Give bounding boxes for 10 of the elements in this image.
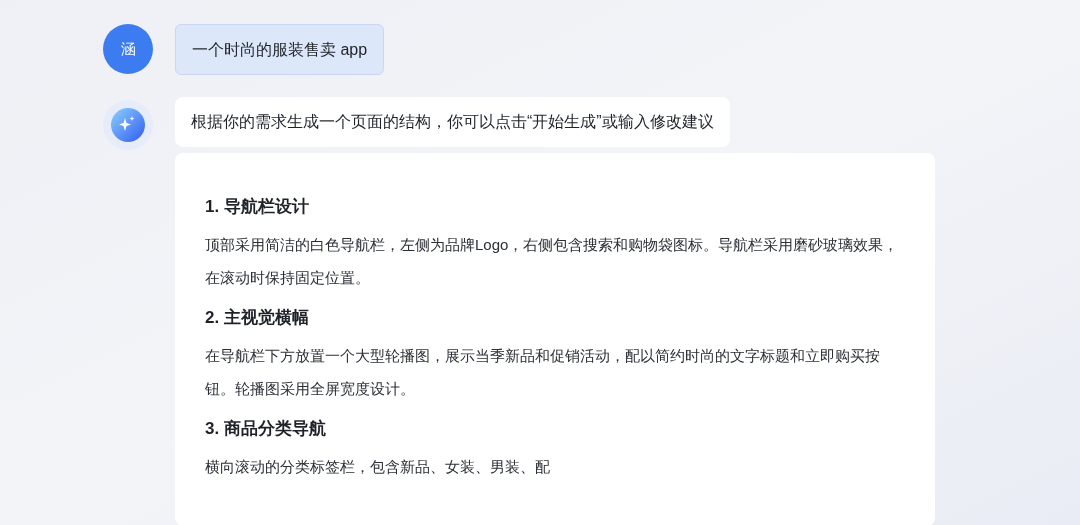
- section-heading: 2. 主视觉横幅: [205, 307, 310, 329]
- assistant-message: 根据你的需求生成一个页面的结构，你可以点击“开始生成”或输入修改建议: [175, 97, 730, 147]
- user-message: 一个时尚的服装售卖 app: [175, 24, 385, 75]
- section-text: 横向滚动的分类标签栏，包含新品、女装、男装、配: [205, 457, 551, 477]
- section-text: 顶部采用简洁的白色导航栏，左侧为品牌Logo，右侧包含搜索和购物袋图标。导航栏采用磨砂玻璃效果，在滚动时保持固定位置。: [205, 235, 900, 288]
- sparkle-icon: [110, 107, 146, 143]
- user-avatar: 涵: [103, 24, 153, 74]
- section-heading: 3. 商品分类导航: [205, 418, 327, 440]
- section-heading: 1. 导航栏设计: [205, 196, 310, 218]
- section-text: 在导航栏下方放置一个大型轮播图，展示当季新品和促销活动，配以简约时尚的文字标题和立即购买按钮。轮播图采用全屏宽度设计。: [205, 346, 881, 399]
